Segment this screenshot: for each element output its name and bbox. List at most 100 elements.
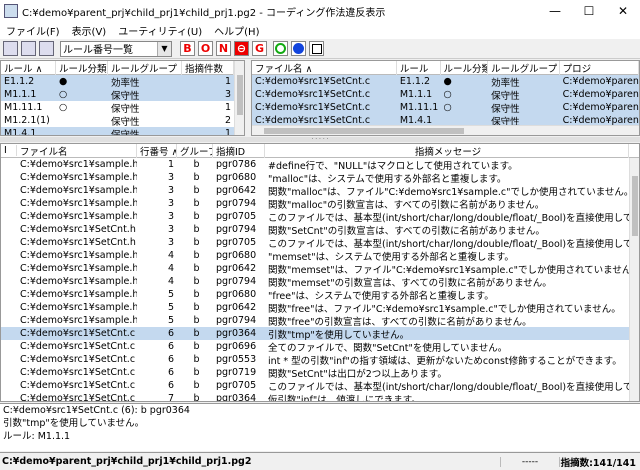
- detail-pane: C:¥demo¥src1¥SetCnt.c (6): b pgr0364 引数"…: [0, 403, 640, 451]
- print-icon[interactable]: [21, 41, 36, 56]
- line-cell: 4: [167, 250, 174, 261]
- table-row[interactable]: C:¥demo¥src1¥sample.h 5 b pgr0680 "free"は、シス…: [1, 288, 639, 302]
- table-row[interactable]: C:¥demo¥src1¥sample.h 5 b pgr0794 関数"free"の引…: [1, 314, 639, 328]
- message-table-header: I ファイル名 行番号 ∧ グループ 指摘ID 指摘メッセージ: [1, 144, 639, 158]
- col-rule[interactable]: ルール ∧: [1, 61, 56, 75]
- message-cell: 関数"malloc"は、ファイル"C:¥demo¥src1¥sample.c"で…: [268, 186, 629, 198]
- col-count[interactable]: 指摘件数: [182, 61, 234, 75]
- filter-o-button[interactable]: O: [198, 41, 213, 56]
- table-row[interactable]: E1.1.2 ● 効率性 1: [1, 75, 244, 89]
- rule-table-header: ルール ∧ ルール分類 ルールグループ 指摘件数: [1, 61, 244, 75]
- col-project[interactable]: プロジ: [560, 61, 639, 75]
- col-group[interactable]: ルールグループ: [108, 61, 182, 75]
- col-class[interactable]: ルール分類: [441, 61, 489, 75]
- col-group[interactable]: ルールグループ: [488, 61, 560, 75]
- status-separator: -----: [500, 456, 560, 467]
- col-file[interactable]: ファイル名: [17, 144, 137, 158]
- id-cell: pgr0364: [216, 393, 257, 402]
- table-row[interactable]: M1.11.1 ○ 保守性 1: [1, 101, 244, 115]
- close-button[interactable]: ✕: [606, 0, 640, 22]
- message-cell: "memset"は、システムで使用する外部名と重複します。: [268, 251, 514, 263]
- table-row[interactable]: C:¥demo¥src1¥sample.h 3 b pgr0705 このファイルでは、基…: [1, 210, 639, 224]
- blue-circle-icon[interactable]: [291, 41, 306, 56]
- line-cell: 3: [167, 237, 174, 248]
- line-cell: 6: [167, 328, 174, 339]
- group-cell: b: [193, 354, 200, 365]
- rule-cell: M1.4.1: [4, 128, 37, 136]
- square-icon[interactable]: [309, 41, 324, 56]
- table-row[interactable]: M1.4.1 保守性 1: [1, 127, 244, 136]
- line-cell: 3: [167, 198, 174, 209]
- filter-g-button[interactable]: G: [252, 41, 267, 56]
- col-rule[interactable]: ルール: [397, 61, 441, 75]
- rule-table-scrollbar[interactable]: [234, 61, 244, 135]
- table-row[interactable]: C:¥demo¥src1¥sample.h 3 b pgr0794 関数"malloc"…: [1, 197, 639, 211]
- table-row[interactable]: C:¥demo¥src1¥sample.h 4 b pgr0680 "memset"は、…: [1, 249, 639, 263]
- table-row[interactable]: C:¥demo¥src1¥SetCnt.c M1.11.1 ○ 保守性 C:¥demo¥…: [252, 101, 639, 115]
- rule-cell: M1.11.1: [399, 102, 439, 113]
- minimize-button[interactable]: —: [538, 0, 572, 22]
- filter-b-button[interactable]: B: [180, 41, 195, 56]
- id-cell: pgr0553: [216, 354, 257, 365]
- horizontal-splitter[interactable]: · · · · ·: [0, 136, 640, 143]
- file-cell: C:¥demo¥src1¥sample.h: [20, 250, 137, 261]
- col-id[interactable]: 指摘ID: [213, 144, 265, 158]
- menu-help[interactable]: ヘルプ(H): [208, 23, 265, 38]
- table-row[interactable]: C:¥demo¥src1¥SetCnt.c 6 b pgr0705 このファイルでは、基…: [1, 379, 639, 393]
- table-row[interactable]: C:¥demo¥src1¥SetCnt.c E1.1.2 ● 効率性 C:¥demo¥p…: [252, 75, 639, 89]
- rule-cell: M1.1.1: [4, 89, 37, 100]
- group-cell: b: [193, 380, 200, 391]
- col-message[interactable]: 指摘メッセージ: [265, 144, 629, 158]
- table-row[interactable]: C:¥demo¥src1¥SetCnt.h 3 b pgr0705 このファイルでは、基…: [1, 236, 639, 250]
- col-indicator[interactable]: I: [1, 145, 17, 156]
- view-select[interactable]: ルール番号一覧 ▼: [60, 40, 172, 57]
- table-row[interactable]: C:¥demo¥src1¥sample.h 4 b pgr0794 関数"memset"…: [1, 275, 639, 289]
- col-class[interactable]: ルール分類: [56, 61, 108, 75]
- file-table-hscrollbar[interactable]: [252, 125, 639, 135]
- table-row[interactable]: C:¥demo¥src1¥sample.h 5 b pgr0642 関数"free"は、…: [1, 301, 639, 315]
- table-row[interactable]: C:¥demo¥src1¥sample.h 3 b pgr0680 "malloc"は、…: [1, 171, 639, 185]
- group-cell: 効率性: [111, 77, 140, 89]
- id-cell: pgr0680: [216, 172, 257, 183]
- menu-utility[interactable]: ユーティリティ(U): [112, 23, 208, 38]
- file-cell: C:¥demo¥src1¥SetCnt.c: [20, 380, 136, 391]
- table-row[interactable]: C:¥demo¥src1¥SetCnt.c M1.1.1 ○ 保守性 C:¥demo¥p…: [252, 88, 639, 102]
- filter-n-button[interactable]: N: [216, 41, 231, 56]
- file-cell: C:¥demo¥src1¥sample.h: [20, 185, 137, 196]
- no-entry-icon[interactable]: ⊖: [234, 41, 249, 56]
- rule-table: ルール ∧ ルール分類 ルールグループ 指摘件数 E1.1.2 ● 効率性 1 M1.1…: [0, 60, 245, 136]
- id-cell: pgr0642: [216, 185, 257, 196]
- table-row[interactable]: C:¥demo¥src1¥sample.h 4 b pgr0642 関数"memset"…: [1, 262, 639, 276]
- table-row[interactable]: M1.1.1 ○ 保守性 3: [1, 88, 244, 102]
- table-row[interactable]: C:¥demo¥src1¥sample.h 1 b pgr0786 #define行で、…: [1, 158, 639, 172]
- group-cell: b: [193, 328, 200, 339]
- table-row[interactable]: C:¥demo¥src1¥sample.h 3 b pgr0642 関数"malloc"…: [1, 184, 639, 198]
- menu-view[interactable]: 表示(V): [66, 23, 113, 38]
- message-cell: このファイルでは、基本型(int/short/char/long/double/…: [268, 212, 629, 224]
- table-row[interactable]: C:¥demo¥src1¥SetCnt.c 6 b pgr0719 関数"SetCnt"…: [1, 366, 639, 380]
- save-icon[interactable]: [3, 41, 18, 56]
- line-cell: 6: [167, 341, 174, 352]
- green-circle-icon[interactable]: [273, 41, 288, 56]
- menu-bar: ファイル(F) 表示(V) ユーティリティ(U) ヘルプ(H): [0, 22, 640, 39]
- group-cell: b: [193, 185, 200, 196]
- menu-file[interactable]: ファイル(F): [0, 23, 66, 38]
- message-table-scrollbar[interactable]: [629, 158, 639, 401]
- file-cell: C:¥demo¥src1¥sample.h: [20, 198, 137, 209]
- maximize-button[interactable]: ☐: [572, 0, 606, 22]
- group-cell: 保守性: [111, 103, 140, 115]
- col-file[interactable]: ファイル名 ∧: [252, 61, 397, 75]
- table-row[interactable]: C:¥demo¥src1¥SetCnt.c 6 b pgr0553 int * 型の引数…: [1, 353, 639, 367]
- col-line[interactable]: 行番号 ∧: [137, 144, 177, 158]
- detail-message: 引数"tmp"を使用していません。: [3, 418, 145, 429]
- table-row[interactable]: C:¥demo¥src1¥SetCnt.c 7 b pgr0364 仮引数"inf"は、…: [1, 392, 639, 402]
- table-row[interactable]: C:¥demo¥src1¥SetCnt.h 3 b pgr0794 関数"SetCnt"…: [1, 223, 639, 237]
- table-row[interactable]: C:¥demo¥src1¥SetCnt.c 6 b pgr0696 全てのファイルで、関…: [1, 340, 639, 354]
- table-row[interactable]: M1.2.1(1) 保守性 2: [1, 114, 244, 128]
- file-cell: C:¥demo¥src1¥sample.h: [20, 159, 137, 170]
- table-row[interactable]: C:¥demo¥src1¥SetCnt.c 6 b pgr0364 引数"tmp"を使用…: [1, 327, 639, 341]
- file-table-header: ファイル名 ∧ ルール ルール分類 ルールグループ プロジ: [252, 61, 639, 75]
- message-cell: 関数"malloc"の引数宣言は、すべての引数に名前がありません。: [268, 199, 545, 211]
- info-icon[interactable]: [39, 41, 54, 56]
- col-group[interactable]: グループ: [177, 144, 213, 158]
